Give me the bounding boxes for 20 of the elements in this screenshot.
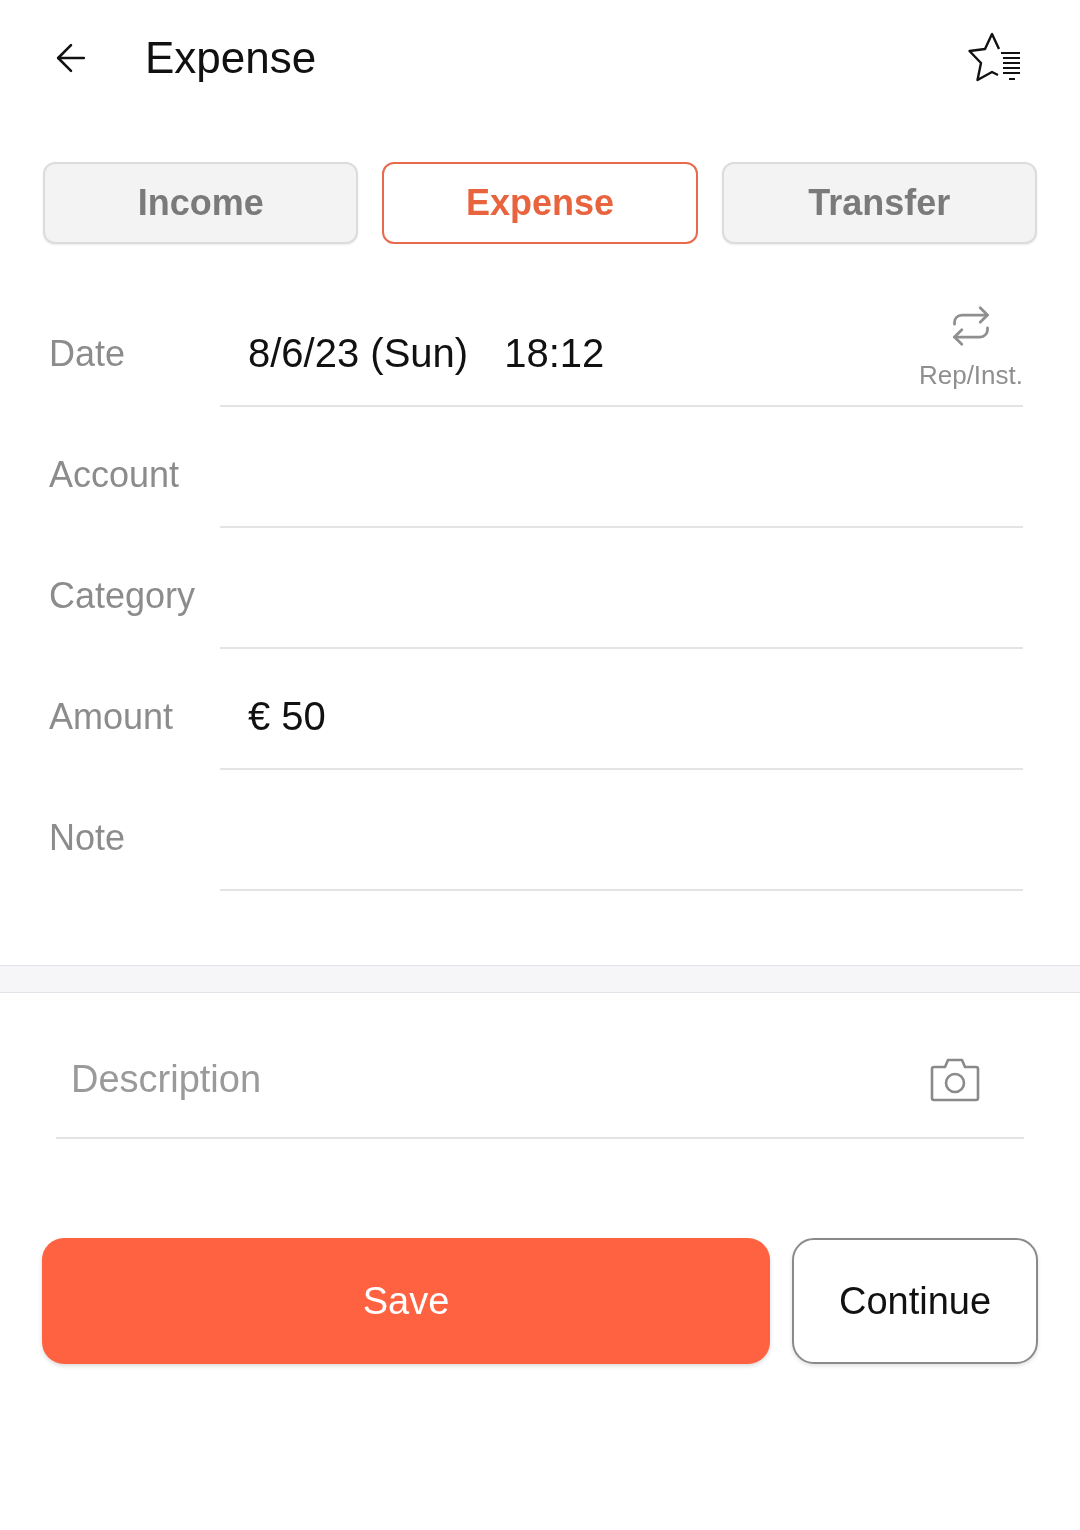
field-label: Note	[48, 815, 127, 860]
field-label: Category	[48, 573, 197, 618]
continue-button[interactable]: Continue	[792, 1238, 1038, 1364]
page-title: Expense	[145, 36, 317, 80]
field-label: Date	[48, 331, 127, 376]
type-tab[interactable]: Expense	[382, 162, 698, 244]
field-label: Amount	[48, 694, 175, 739]
favorites-button[interactable]	[968, 32, 1022, 84]
time-value[interactable]: 18:12	[504, 322, 605, 383]
type-tab[interactable]: Income	[43, 162, 359, 244]
repeat-button[interactable]: Rep/Inst.	[918, 303, 1023, 388]
camera-icon	[929, 1056, 981, 1102]
input-field[interactable]: € 50	[220, 649, 1023, 770]
type-tab[interactable]: Transfer	[721, 162, 1037, 244]
field-label: Account	[48, 452, 181, 497]
date-value[interactable]: 8/6/23 (Sun)	[248, 322, 469, 383]
star-list-icon	[968, 32, 1022, 84]
description-field[interactable]: Description	[56, 1050, 929, 1108]
save-button[interactable]: Save	[42, 1238, 770, 1364]
camera-button[interactable]	[929, 1056, 981, 1102]
